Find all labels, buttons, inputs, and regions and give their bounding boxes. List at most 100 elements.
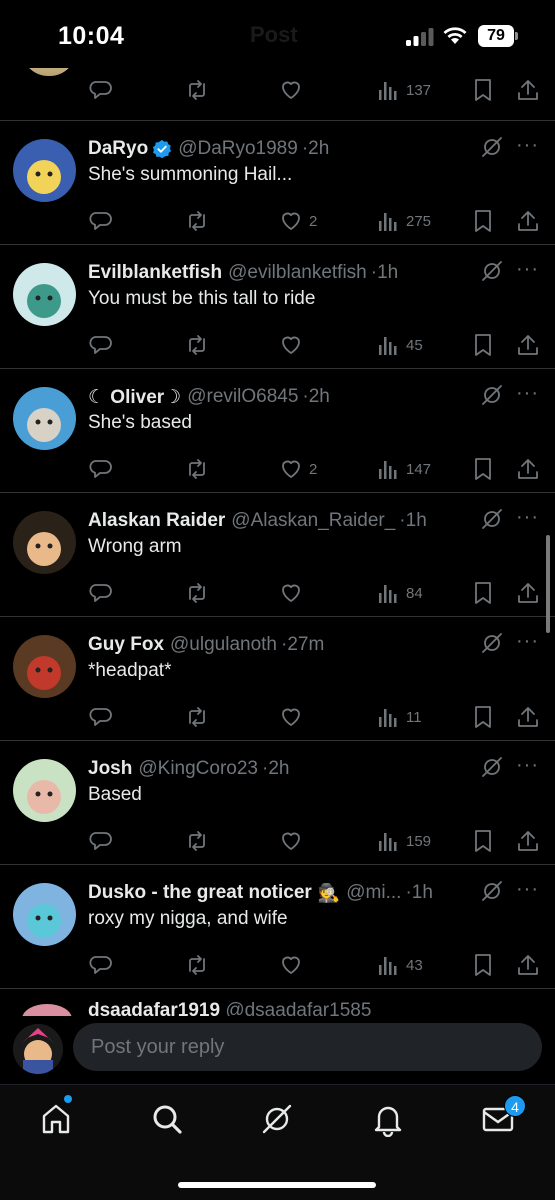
share-button[interactable] (516, 323, 540, 367)
repost-button[interactable] (184, 943, 210, 987)
more-options-button[interactable]: ··· (516, 631, 540, 655)
repost-button[interactable] (184, 447, 210, 491)
repost-button[interactable] (184, 819, 210, 863)
avatar[interactable] (13, 511, 76, 574)
my-avatar[interactable] (13, 1024, 63, 1074)
more-options-button[interactable]: ··· (516, 135, 540, 159)
grok-explain-button[interactable] (480, 135, 504, 159)
tab-notifications[interactable] (370, 1101, 406, 1137)
tweet-reply[interactable]: ☾ Oliver☽ @revilO6845 ·2h ··· She's base… (0, 369, 555, 493)
share-button[interactable] (516, 199, 540, 243)
like-button[interactable] (279, 819, 309, 863)
scrollbar[interactable] (546, 535, 550, 633)
grok-explain-button[interactable] (480, 755, 504, 779)
share-button[interactable] (516, 943, 540, 987)
like-button[interactable] (279, 323, 309, 367)
reply-button[interactable] (88, 447, 112, 491)
avatar[interactable] (13, 139, 76, 202)
grok-explain-button[interactable] (480, 879, 504, 903)
avatar[interactable] (13, 387, 76, 450)
views-button[interactable]: 147 (378, 447, 431, 491)
author-handle[interactable]: @Alaskan_Raider_ (231, 510, 395, 532)
tab-grok[interactable] (259, 1101, 295, 1137)
more-options-button[interactable]: ··· (516, 755, 540, 779)
author-name[interactable]: Dusko - the great noticer (88, 882, 312, 904)
reply-button[interactable] (88, 943, 112, 987)
replies-feed[interactable]: 137 DaRyo @DaRyo1989 ·2h ··· She's summo… (0, 68, 555, 989)
share-button[interactable] (516, 68, 540, 112)
like-button[interactable] (279, 68, 303, 112)
home-indicator[interactable] (178, 1182, 376, 1188)
tweet-reply[interactable]: Alaskan Raider @Alaskan_Raider_ ·1h ··· … (0, 493, 555, 617)
author-name[interactable]: ☾ Oliver☽ (88, 386, 181, 409)
share-button[interactable] (516, 447, 540, 491)
share-button[interactable] (516, 571, 540, 615)
repost-button[interactable] (184, 571, 210, 615)
bookmark-button[interactable] (472, 447, 494, 491)
reply-button[interactable] (88, 68, 112, 112)
views-button[interactable]: 275 (378, 199, 431, 243)
tab-search[interactable] (149, 1101, 185, 1137)
tweet-reply[interactable]: Josh @KingCoro23 ·2h ··· Based 159 (0, 741, 555, 865)
tab-home[interactable] (38, 1101, 74, 1137)
grok-explain-button[interactable] (480, 507, 504, 531)
author-handle[interactable]: @evilblanketfish (228, 262, 367, 284)
partial-tweet[interactable]: dsaadafar1919 @dsaadafar1585 (0, 996, 555, 1016)
views-button[interactable]: 159 (378, 819, 431, 863)
author-handle[interactable]: @KingCoro23 (138, 758, 258, 780)
share-button[interactable] (516, 695, 540, 739)
views-button[interactable]: 11 (378, 695, 422, 739)
bookmark-button[interactable] (472, 943, 494, 987)
repost-button[interactable] (184, 199, 210, 243)
avatar[interactable] (13, 263, 76, 326)
like-button[interactable] (279, 943, 309, 987)
repost-button[interactable] (184, 695, 210, 739)
reply-button[interactable] (88, 323, 112, 367)
author-name[interactable]: Josh (88, 758, 132, 780)
author-name[interactable]: Guy Fox (88, 634, 164, 656)
tweet-reply[interactable]: Guy Fox @ulgulanoth ·27m ··· *headpat* 1… (0, 617, 555, 741)
like-button[interactable] (279, 571, 309, 615)
views-button[interactable]: 84 (378, 571, 423, 615)
bookmark-button[interactable] (472, 68, 494, 112)
grok-explain-button[interactable] (480, 259, 504, 283)
reply-button[interactable] (88, 199, 112, 243)
author-name[interactable]: Alaskan Raider (88, 510, 225, 532)
share-button[interactable] (516, 819, 540, 863)
views-button[interactable]: 43 (378, 943, 423, 987)
bookmark-button[interactable] (472, 323, 494, 367)
repost-button[interactable] (184, 68, 210, 112)
author-handle[interactable]: @revilO6845 (187, 386, 298, 408)
more-options-button[interactable]: ··· (516, 383, 540, 407)
bookmark-button[interactable] (472, 819, 494, 863)
bookmark-button[interactable] (472, 695, 494, 739)
reply-input[interactable] (73, 1023, 542, 1071)
avatar[interactable] (13, 635, 76, 698)
like-button[interactable]: 2 (279, 199, 317, 243)
like-button[interactable] (279, 695, 309, 739)
tweet-reply[interactable]: Evilblanketfish @evilblanketfish ·1h ···… (0, 245, 555, 369)
bookmark-button[interactable] (472, 571, 494, 615)
views-button[interactable]: 45 (378, 323, 423, 367)
avatar[interactable] (22, 1004, 72, 1016)
bookmark-button[interactable] (472, 199, 494, 243)
author-handle[interactable]: @DaRyo1989 (178, 138, 298, 160)
views-button[interactable]: 137 (378, 68, 431, 112)
more-options-button[interactable]: ··· (516, 259, 540, 283)
author-name[interactable]: Evilblanketfish (88, 262, 222, 284)
more-options-button[interactable]: ··· (516, 507, 540, 531)
author-name[interactable]: DaRyo (88, 138, 148, 160)
avatar[interactable] (13, 883, 76, 946)
grok-explain-button[interactable] (480, 383, 504, 407)
reply-button[interactable] (88, 819, 112, 863)
reply-button[interactable] (88, 571, 112, 615)
author-handle[interactable]: @ulgulanoth (170, 634, 277, 656)
author-handle[interactable]: @mi... (346, 882, 401, 904)
tweet-reply[interactable]: DaRyo @DaRyo1989 ·2h ··· She's summoning… (0, 121, 555, 245)
repost-button[interactable] (184, 323, 210, 367)
grok-explain-button[interactable] (480, 631, 504, 655)
avatar[interactable] (13, 759, 76, 822)
tweet-reply[interactable]: Dusko - the great noticer 🕵 @mi... ·1h ·… (0, 865, 555, 989)
like-button[interactable]: 2 (279, 447, 317, 491)
more-options-button[interactable]: ··· (516, 879, 540, 903)
